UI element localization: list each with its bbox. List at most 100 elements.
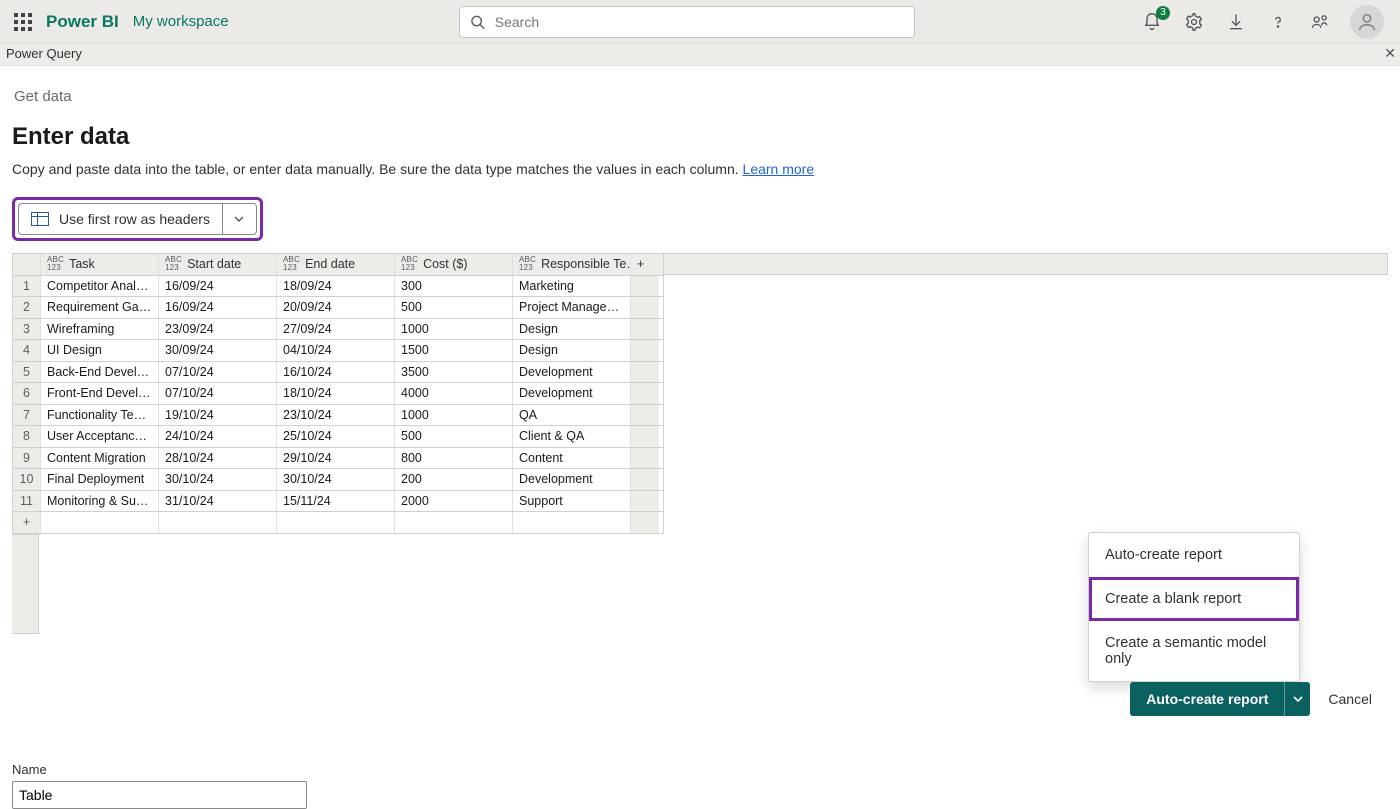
table-cell[interactable]: 300 [395,276,513,297]
row-index[interactable]: 1 [13,276,41,297]
close-icon[interactable]: ✕ [1384,45,1396,62]
column-header[interactable]: ABC123Task [41,254,159,275]
empty-cell[interactable] [395,512,513,533]
download-icon[interactable] [1224,10,1248,34]
table-cell[interactable]: Monitoring & Support [41,491,159,512]
table-cell[interactable]: 500 [395,297,513,318]
table-row[interactable]: 5Back-End Develop…07/10/2416/10/243500De… [13,362,663,384]
table-cell[interactable]: 200 [395,469,513,490]
row-index[interactable]: 7 [13,405,41,426]
table-cell[interactable]: 31/10/24 [159,491,277,512]
breadcrumb-get-data[interactable]: Get data [12,76,1388,123]
table-cell[interactable]: Project Management [513,297,631,318]
table-row[interactable]: 3Wireframing23/09/2427/09/241000Design [13,319,663,341]
settings-icon[interactable] [1182,10,1206,34]
table-cell[interactable]: Development [513,362,631,383]
table-cell[interactable]: 24/10/24 [159,426,277,447]
row-index[interactable]: 8 [13,426,41,447]
table-cell[interactable]: 07/10/24 [159,362,277,383]
table-cell[interactable]: 500 [395,426,513,447]
table-cell[interactable]: Wireframing [41,319,159,340]
table-cell[interactable]: 15/11/24 [277,491,395,512]
table-cell[interactable]: 16/09/24 [159,276,277,297]
row-index[interactable]: 11 [13,491,41,512]
table-cell[interactable]: 07/10/24 [159,383,277,404]
table-cell[interactable]: Back-End Develop… [41,362,159,383]
table-cell[interactable]: 23/10/24 [277,405,395,426]
table-row[interactable]: 11Monitoring & Support31/10/2415/11/2420… [13,491,663,513]
table-cell[interactable]: 30/10/24 [159,469,277,490]
table-cell[interactable]: Final Deployment [41,469,159,490]
table-row[interactable]: 9Content Migration28/10/2429/10/24800Con… [13,448,663,470]
table-cell[interactable]: Competitor Analysis [41,276,159,297]
row-index[interactable]: 5 [13,362,41,383]
table-name-input[interactable] [12,781,307,809]
table-cell[interactable]: Front-End Develop… [41,383,159,404]
menu-auto-create-report[interactable]: Auto-create report [1089,533,1299,577]
table-cell[interactable]: 04/10/24 [277,340,395,361]
row-index[interactable]: 4 [13,340,41,361]
table-cell[interactable]: 28/10/24 [159,448,277,469]
add-row-button[interactable]: + [13,512,41,533]
table-cell[interactable]: 3500 [395,362,513,383]
menu-create-semantic-model[interactable]: Create a semantic model only [1089,621,1299,681]
table-cell[interactable]: 25/10/24 [277,426,395,447]
table-cell[interactable]: 1500 [395,340,513,361]
table-row[interactable]: 8User Acceptance T…24/10/2425/10/24500Cl… [13,426,663,448]
table-cell[interactable]: 20/09/24 [277,297,395,318]
workspace-link[interactable]: My workspace [133,13,229,30]
empty-cell[interactable] [277,512,395,533]
table-row[interactable]: 1Competitor Analysis16/09/2418/09/24300M… [13,276,663,298]
feedback-icon[interactable] [1308,10,1332,34]
cancel-button[interactable]: Cancel [1328,691,1372,707]
use-first-row-button[interactable]: Use first row as headers [18,203,257,235]
table-cell[interactable]: Content Migration [41,448,159,469]
table-cell[interactable]: 1000 [395,405,513,426]
search-box[interactable] [459,6,915,38]
brand-title[interactable]: Power BI [46,12,119,32]
row-index[interactable]: 10 [13,469,41,490]
column-header[interactable]: ABC123End date [277,254,395,275]
data-grid[interactable]: ABC123TaskABC123Start dateABC123End date… [12,253,664,534]
help-icon[interactable] [1266,10,1290,34]
table-cell[interactable]: 27/09/24 [277,319,395,340]
notifications-icon[interactable]: 3 [1140,10,1164,34]
col-select-all[interactable] [13,254,41,275]
empty-cell[interactable] [41,512,159,533]
menu-create-blank-report[interactable]: Create a blank report [1089,577,1299,621]
table-cell[interactable]: User Acceptance T… [41,426,159,447]
table-cell[interactable]: Requirement Gathe… [41,297,159,318]
empty-cell[interactable] [513,512,631,533]
table-cell[interactable]: 18/10/24 [277,383,395,404]
column-header[interactable]: ABC123Cost ($) [395,254,513,275]
table-row[interactable]: 7Functionality Testing19/10/2423/10/2410… [13,405,663,427]
table-cell[interactable]: 1000 [395,319,513,340]
table-row[interactable]: 2Requirement Gathe…16/09/2420/09/24500Pr… [13,297,663,319]
table-cell[interactable]: 800 [395,448,513,469]
table-cell[interactable]: Functionality Testing [41,405,159,426]
auto-create-split-button[interactable]: Auto-create report [1130,682,1310,716]
app-launcher-icon[interactable] [14,13,32,31]
table-cell[interactable]: Marketing [513,276,631,297]
table-cell[interactable]: Development [513,383,631,404]
add-column-button[interactable]: + [631,254,659,275]
empty-cell[interactable] [159,512,277,533]
column-header[interactable]: ABC123Responsible Te… [513,254,631,275]
search-input[interactable] [493,13,904,31]
table-cell[interactable]: Development [513,469,631,490]
table-cell[interactable]: 2000 [395,491,513,512]
table-cell[interactable]: 30/09/24 [159,340,277,361]
auto-create-button-label[interactable]: Auto-create report [1130,682,1284,716]
table-cell[interactable]: Design [513,340,631,361]
table-cell[interactable]: 23/09/24 [159,319,277,340]
table-row[interactable]: 4UI Design30/09/2404/10/241500Design [13,340,663,362]
row-index[interactable]: 6 [13,383,41,404]
table-cell[interactable]: QA [513,405,631,426]
table-cell[interactable]: 19/10/24 [159,405,277,426]
account-avatar[interactable] [1350,5,1384,39]
table-cell[interactable]: UI Design [41,340,159,361]
auto-create-dropdown-toggle[interactable] [1284,682,1310,716]
row-index[interactable]: 2 [13,297,41,318]
table-cell[interactable]: Design [513,319,631,340]
table-row[interactable]: 10Final Deployment30/10/2430/10/24200Dev… [13,469,663,491]
